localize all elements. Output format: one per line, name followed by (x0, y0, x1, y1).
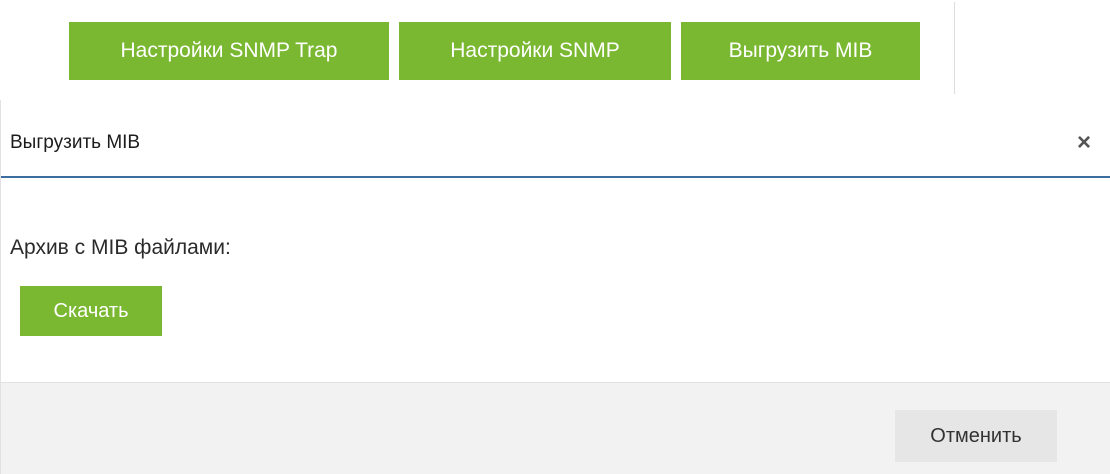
close-icon[interactable]: × (1071, 130, 1097, 156)
export-mib-dialog: Выгрузить MIB × Архив с MIB файлами: Ска… (0, 100, 1110, 474)
export-mib-button[interactable]: Выгрузить MIB (681, 22, 920, 80)
toolbar: Настройки SNMP Trap Настройки SNMP Выгру… (0, 0, 1110, 100)
snmp-settings-button[interactable]: Настройки SNMP (399, 22, 671, 80)
dialog-footer: Отменить (1, 382, 1110, 474)
dialog-body: Архив с MIB файлами: Скачать (1, 178, 1110, 382)
archive-label: Архив с MIB файлами: (10, 236, 231, 259)
dialog-title: Выгрузить MIB (10, 132, 141, 153)
snmp-trap-settings-button[interactable]: Настройки SNMP Trap (69, 22, 389, 80)
cancel-button[interactable]: Отменить (895, 410, 1057, 462)
dialog-header: Выгрузить MIB × (1, 100, 1110, 178)
download-button[interactable]: Скачать (20, 286, 162, 336)
toolbar-divider (954, 2, 955, 94)
